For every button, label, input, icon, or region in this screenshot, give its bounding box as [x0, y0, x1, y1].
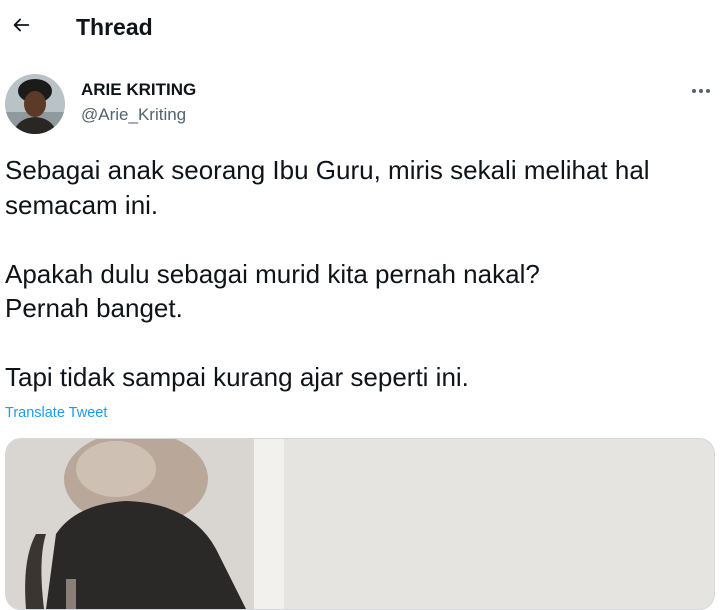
- author-handle[interactable]: @Arie_Kriting: [81, 105, 186, 125]
- avatar[interactable]: [5, 74, 65, 134]
- thread-header: Thread: [0, 0, 720, 54]
- more-horizontal-icon: [691, 81, 711, 99]
- tweet-text: Sebagai anak seorang Ibu Guru, miris sek…: [5, 155, 650, 392]
- arrow-left-icon: [10, 14, 32, 41]
- author-display-name[interactable]: ARIE KRITING: [81, 80, 196, 100]
- translate-tweet-link[interactable]: Translate Tweet: [5, 404, 107, 422]
- video-thumbnail: [6, 439, 714, 609]
- profile-photo: [5, 74, 65, 134]
- back-button[interactable]: [6, 12, 36, 42]
- more-options-button[interactable]: [686, 80, 716, 100]
- page-title: Thread: [76, 14, 153, 40]
- tweet-media[interactable]: [5, 438, 715, 610]
